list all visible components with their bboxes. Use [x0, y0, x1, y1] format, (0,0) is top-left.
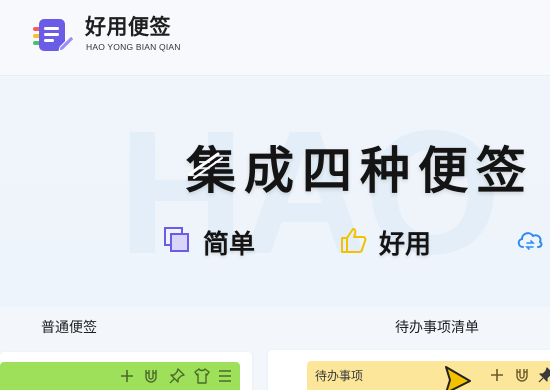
hero-title: 集成四种便签 — [186, 142, 534, 200]
hero-section: HAO 集成四种便签 简单 好用 — [0, 77, 550, 307]
menu-icon[interactable] — [216, 367, 234, 385]
feature-useful: 好用 — [339, 223, 459, 260]
yellow-note-toolbar: 待办事项 — [307, 361, 550, 390]
pin-icon[interactable] — [537, 366, 550, 384]
feature-sync — [516, 223, 550, 259]
todo-note-title: 待办事项 — [315, 369, 364, 383]
magnet-icon[interactable] — [142, 367, 160, 385]
cloud-sync-icon — [517, 232, 543, 250]
slash-decoration — [188, 152, 223, 179]
shirt-icon[interactable] — [193, 367, 211, 385]
plus-icon[interactable] — [488, 366, 506, 384]
brand-subtitle: HAO YONG BIAN QIAN — [86, 42, 181, 52]
normal-note-label: 普通便签 — [41, 320, 97, 336]
feature-simple: 简单 — [163, 223, 283, 260]
note-logo-icon[interactable] — [32, 17, 76, 55]
square-stack-icon — [164, 227, 189, 252]
magnet-icon[interactable] — [513, 366, 531, 384]
green-note-toolbar — [0, 362, 240, 390]
brand-name[interactable]: 好用便签 — [85, 11, 171, 41]
mouse-cursor-icon — [445, 366, 471, 390]
feature-useful-label: 好用 — [379, 230, 432, 260]
plus-icon[interactable] — [118, 367, 136, 385]
top-header: 好用便签 HAO YONG BIAN QIAN — [0, 0, 550, 76]
thumbs-up-icon — [341, 228, 367, 253]
pin-icon[interactable] — [168, 367, 186, 385]
todo-list-label: 待办事项清单 — [395, 320, 479, 336]
feature-simple-label: 简单 — [203, 230, 256, 260]
